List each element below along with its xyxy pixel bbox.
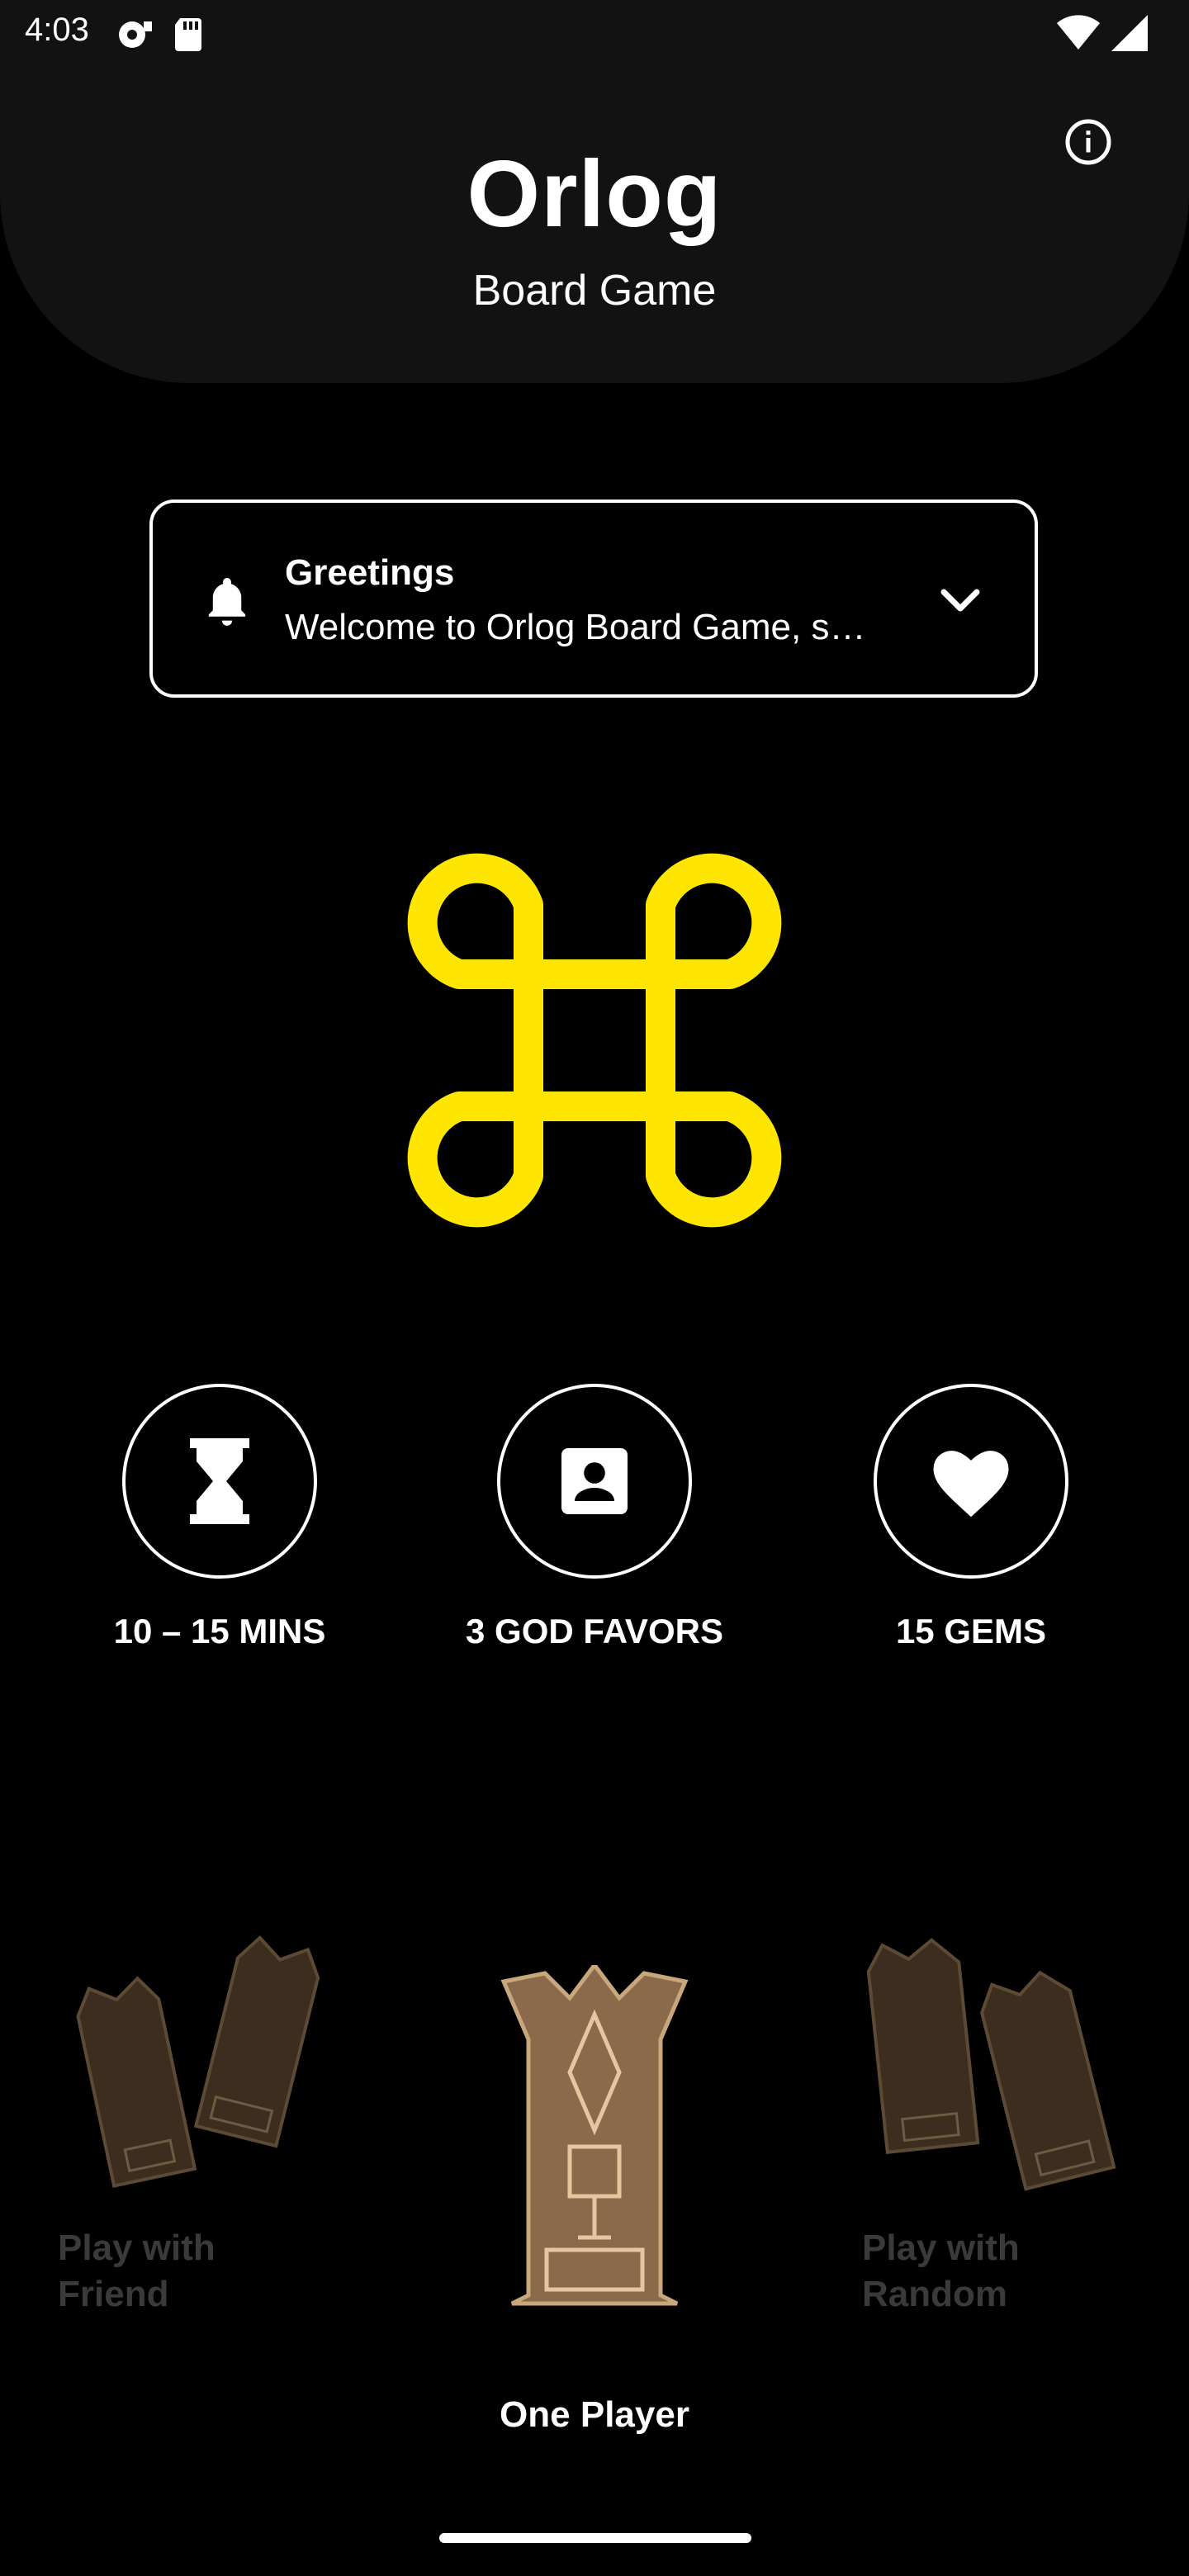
app-subtitle: Board Game — [472, 267, 717, 315]
feature-god-favors-circle — [497, 1384, 692, 1579]
mode-play-with-random[interactable]: Play with Random — [862, 1932, 1143, 2361]
status-time: 4:03 — [25, 12, 89, 48]
rune-tiles-pair-icon — [76, 1935, 320, 2188]
contact-card-icon — [561, 1448, 628, 1514]
feature-god-favors: 3 GOD FAVORS — [413, 1384, 776, 1651]
chevron-down-icon[interactable] — [940, 585, 980, 615]
info-icon[interactable] — [1063, 117, 1113, 167]
feature-gems-circle — [874, 1384, 1068, 1579]
rune-tile-icon — [500, 1961, 689, 2306]
mode-one-player-label[interactable]: One Player — [0, 2394, 1189, 2436]
home-indicator[interactable] — [439, 2533, 751, 2543]
feature-duration-label: 10 – 15 MINS — [113, 1612, 326, 1650]
heart-icon — [933, 1451, 1009, 1518]
feature-god-favors-label: 3 GOD FAVORS — [466, 1612, 723, 1650]
mode-one-player[interactable] — [495, 1961, 694, 2312]
status-bar: 4:03 — [0, 0, 1189, 69]
sd-card-icon — [175, 18, 201, 51]
app-title: Orlog — [467, 142, 722, 247]
greeting-message: Welcome to Orlog Board Game, s… — [285, 607, 866, 647]
signal-icon — [1111, 15, 1148, 51]
rune-tiles-random-icon — [866, 1938, 1116, 2191]
notification-record-icon — [119, 21, 152, 48]
bell-icon — [208, 577, 246, 626]
mode-play-with-friend[interactable]: Play with Friend — [58, 1932, 339, 2361]
orlog-logo-icon — [407, 853, 782, 1228]
wifi-icon — [1057, 15, 1100, 50]
feature-duration: 10 – 15 MINS — [38, 1384, 401, 1651]
greetings-card[interactable]: Greetings Welcome to Orlog Board Game, s… — [149, 500, 1038, 698]
mode-play-with-friend-label: Play with Friend — [58, 2228, 216, 2314]
hourglass-icon — [190, 1438, 249, 1524]
feature-duration-circle — [122, 1384, 317, 1579]
feature-gems-label: 15 GEMS — [895, 1612, 1047, 1650]
mode-play-with-random-label: Play with Random — [862, 2228, 1020, 2314]
feature-gems: 15 GEMS — [789, 1384, 1153, 1651]
greeting-title: Greetings — [285, 552, 455, 593]
